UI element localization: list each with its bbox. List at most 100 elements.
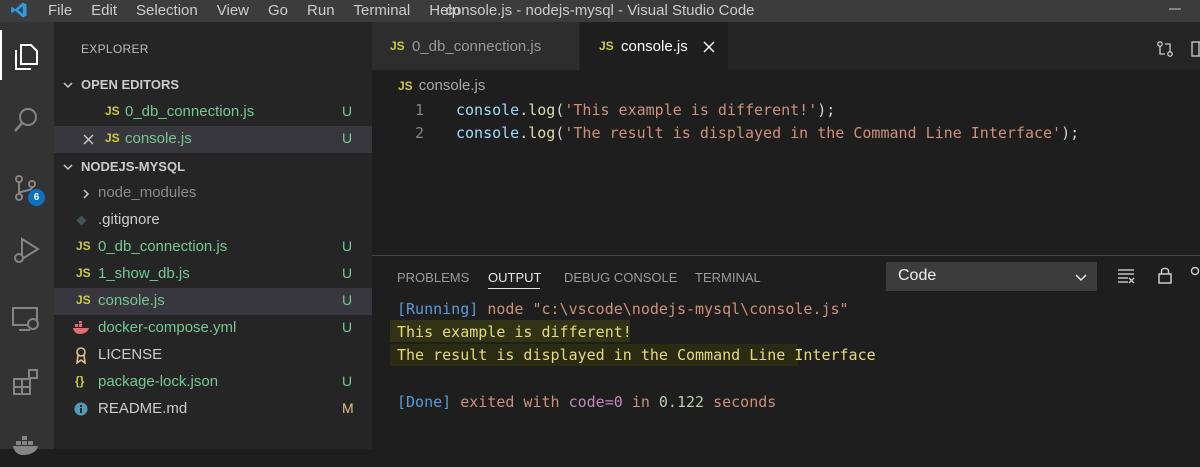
output-line: This example is different! xyxy=(397,323,632,341)
file-tree-item[interactable]: README.md M xyxy=(54,396,372,423)
git-status: M xyxy=(342,400,354,416)
project-folder-header[interactable]: NODEJS-MYSQL xyxy=(54,154,372,180)
open-editor-item[interactable]: JS 0_db_connection.js U xyxy=(54,99,372,126)
source-control-activity[interactable]: 6 xyxy=(0,162,54,212)
split-editor-icon[interactable] xyxy=(1190,40,1200,58)
menu-bar: File Edit Selection View Go Run Terminal… xyxy=(48,1,479,21)
output-channel-value: Code xyxy=(898,267,937,284)
exit-code: code=0 xyxy=(568,393,623,411)
explorer-title: EXPLORER xyxy=(81,42,149,56)
file-tree-item[interactable]: .gitignore xyxy=(54,207,372,234)
file-tree-item[interactable]: {} package-lock.json U xyxy=(54,369,372,396)
file-tree-item[interactable]: JS 1_show_db.js U xyxy=(54,261,372,288)
file-name: 0_db_connection.js xyxy=(98,238,228,255)
explorer-activity[interactable] xyxy=(0,30,54,80)
running-tag: [Running] xyxy=(397,300,479,318)
folder-name: node_modules xyxy=(98,184,197,201)
chevron-down-icon xyxy=(1075,274,1087,281)
menu-selection[interactable]: Selection xyxy=(136,1,198,21)
js-file-icon: JS xyxy=(76,266,91,280)
open-editor-item[interactable]: JS console.js U xyxy=(54,126,372,153)
run-debug-activity[interactable] xyxy=(0,224,54,274)
menu-view[interactable]: View xyxy=(217,1,249,21)
tab-0-db-connection[interactable]: JS 0_db_connection.js xyxy=(372,22,579,70)
clear-output-icon[interactable] xyxy=(1117,268,1135,284)
code-function: log xyxy=(528,101,556,119)
tab-output[interactable]: OUTPUT xyxy=(488,270,541,285)
code-line[interactable]: 1 console.log('This example is different… xyxy=(372,101,1200,124)
file-tree-item[interactable]: JS console.js U xyxy=(54,288,372,315)
git-status: U xyxy=(342,265,353,281)
run-debug-icon xyxy=(14,237,40,263)
file-name: package-lock.json xyxy=(98,373,219,390)
tab-console[interactable]: JS console.js xyxy=(580,22,728,70)
tab-terminal[interactable]: TERMINAL xyxy=(695,270,761,285)
done-text: seconds xyxy=(713,393,777,411)
extensions-activity[interactable] xyxy=(0,355,54,405)
open-editor-name: 0_db_connection.js xyxy=(125,103,255,120)
menu-terminal[interactable]: Terminal xyxy=(354,1,411,21)
file-name: README.md xyxy=(98,400,188,417)
extensions-icon xyxy=(13,369,38,395)
search-activity[interactable] xyxy=(0,94,54,144)
remote-explorer-activity[interactable] xyxy=(0,292,54,342)
code-identifier: console xyxy=(456,101,520,119)
line-number: 2 xyxy=(414,124,424,142)
search-icon xyxy=(14,108,37,132)
open-changes-icon[interactable] xyxy=(1156,40,1174,58)
close-icon[interactable] xyxy=(703,41,715,53)
git-status: U xyxy=(342,238,353,254)
menu-edit[interactable]: Edit xyxy=(91,1,117,21)
running-command: node "c:\vscode\nodejs-mysql\console.js" xyxy=(487,300,849,318)
explorer-icon xyxy=(15,44,38,70)
code-punct: . xyxy=(519,124,529,142)
file-tree-item[interactable]: JS 0_db_connection.js U xyxy=(54,234,372,261)
code-punct: . xyxy=(519,101,529,119)
open-editors-header[interactable]: OPEN EDITORS xyxy=(54,72,372,98)
js-file-icon: JS xyxy=(76,293,91,307)
git-status: U xyxy=(342,373,353,389)
file-tree-item[interactable]: LICENSE xyxy=(54,342,372,369)
js-file-icon: JS xyxy=(105,104,120,118)
line-number: 1 xyxy=(414,101,424,119)
code-text: console.log('This example is different!'… xyxy=(456,101,835,119)
js-file-icon: JS xyxy=(390,39,405,53)
docker-activity[interactable] xyxy=(0,417,54,467)
close-icon[interactable] xyxy=(83,134,94,145)
active-tab-indicator xyxy=(488,288,540,289)
menu-run[interactable]: Run xyxy=(307,1,335,21)
file-tree-item[interactable]: node_modules xyxy=(54,180,372,207)
js-file-icon: JS xyxy=(105,131,120,145)
menu-file[interactable]: File xyxy=(48,1,72,21)
menu-help[interactable]: Help xyxy=(429,1,460,21)
license-file-icon xyxy=(76,347,86,364)
minimize-icon[interactable] xyxy=(1168,2,1182,16)
remote-explorer-icon xyxy=(12,307,39,331)
output-line: The result is displayed in the Command L… xyxy=(397,346,876,364)
gitignore-file-icon xyxy=(76,215,87,226)
tab-problems[interactable]: PROBLEMS xyxy=(397,270,469,285)
done-tag: [Done] xyxy=(397,393,452,411)
breadcrumb[interactable]: JS console.js xyxy=(398,77,485,94)
js-file-icon: JS xyxy=(76,239,91,253)
code-identifier: console xyxy=(456,124,520,142)
code-punct: ); xyxy=(1061,124,1080,142)
file-tree-item[interactable]: docker-compose.yml U xyxy=(54,315,372,342)
lock-icon[interactable] xyxy=(1157,266,1173,284)
chevron-right-icon xyxy=(83,189,90,199)
code-string: 'This example is different!' xyxy=(564,101,818,119)
more-actions-icon[interactable] xyxy=(1190,267,1200,283)
bottom-panel: PROBLEMS OUTPUT DEBUG CONSOLE TERMINAL C… xyxy=(372,255,1200,449)
code-editor[interactable]: JS console.js 1 console.log('This example… xyxy=(372,70,1200,255)
output-line-running: [Running] node "c:\vscode\nodejs-mysql\c… xyxy=(397,300,849,318)
output-channel-select[interactable]: Code xyxy=(886,262,1097,291)
js-file-icon: JS xyxy=(599,39,614,53)
js-file-icon: JS xyxy=(398,79,413,93)
git-status: U xyxy=(342,319,353,335)
tab-debug-console[interactable]: DEBUG CONSOLE xyxy=(564,270,677,285)
file-name: LICENSE xyxy=(98,346,163,363)
menu-go[interactable]: Go xyxy=(268,1,288,21)
title-bar: File Edit Selection View Go Run Terminal… xyxy=(0,0,1200,22)
vscode-logo-icon xyxy=(11,2,27,18)
code-line[interactable]: 2 console.log('The result is displayed i… xyxy=(372,124,1200,147)
